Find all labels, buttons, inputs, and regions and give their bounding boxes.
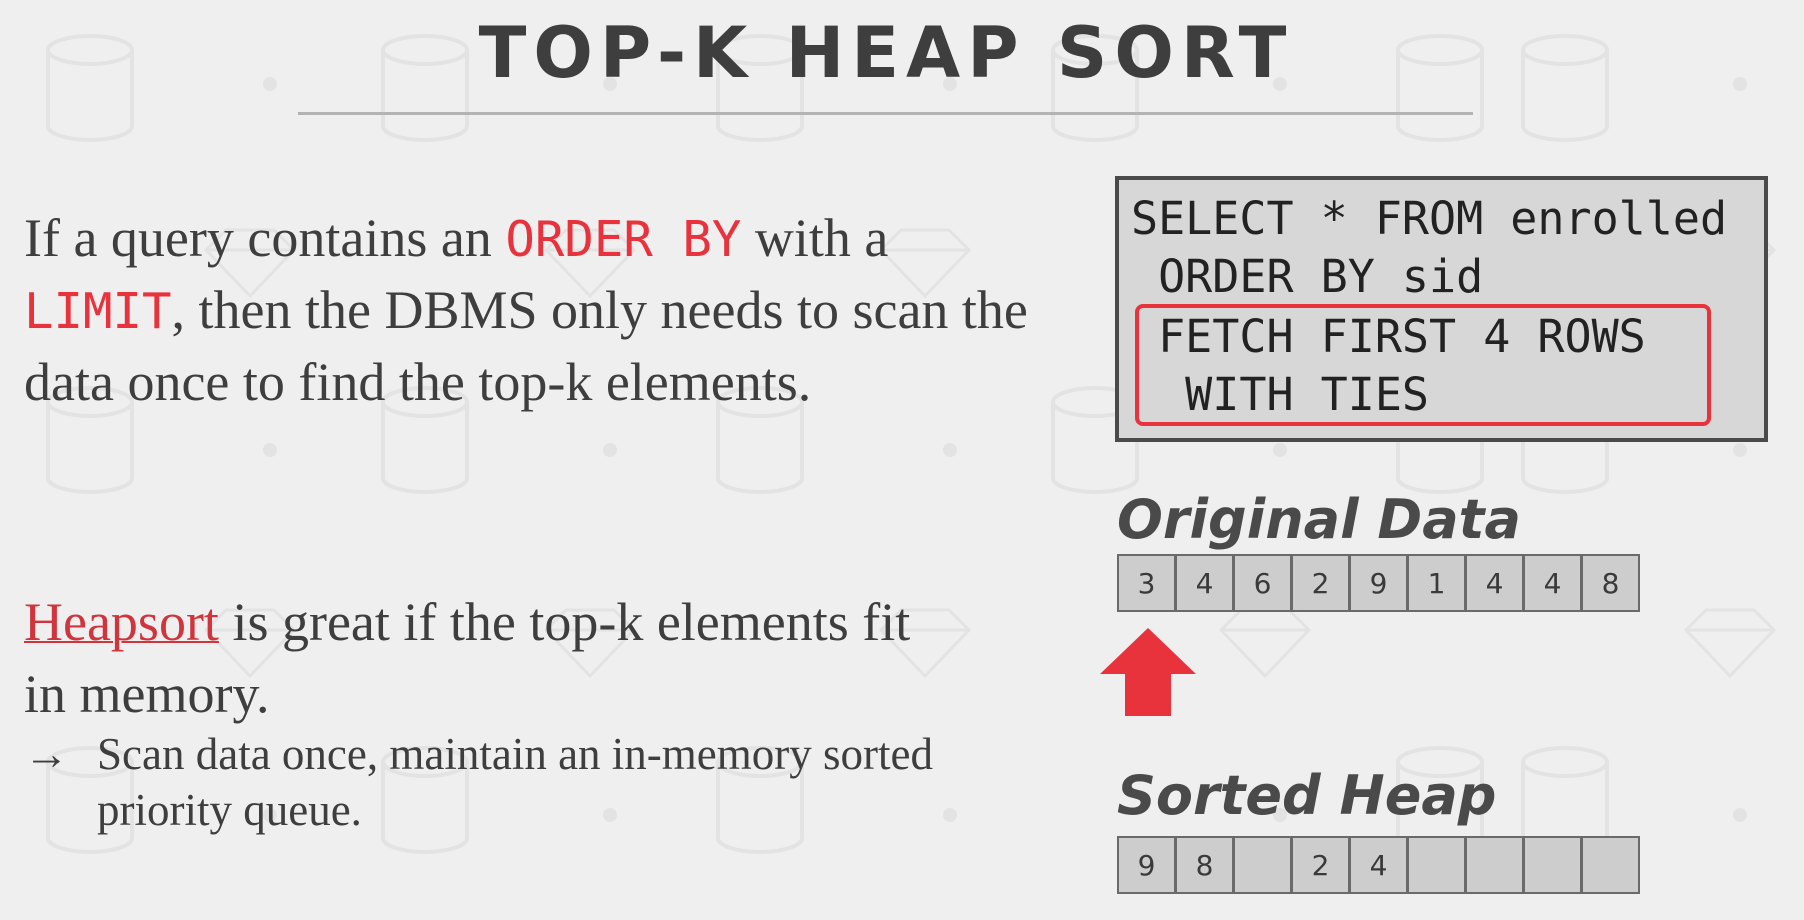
- slide-title: TOP-K HEAP SORT: [478, 12, 1294, 94]
- sorted-heap-cell: [1523, 836, 1582, 894]
- arrow-right-icon: →: [24, 729, 69, 779]
- sorted-heap-cell: 8: [1175, 836, 1234, 894]
- sorted-heap-cell: 4: [1349, 836, 1408, 894]
- original-data-cell: 9: [1349, 554, 1408, 612]
- fetch-highlight-box: [1135, 304, 1711, 426]
- original-data-cell: 4: [1175, 554, 1234, 612]
- intro-paragraph: If a query contains an ORDER BY with a L…: [24, 203, 1034, 417]
- title-divider: [298, 112, 1473, 115]
- original-data-cell: 6: [1233, 554, 1292, 612]
- sorted-heap-cell: [1233, 836, 1292, 894]
- heapsort-link[interactable]: Heapsort: [24, 592, 219, 652]
- intro-text-3: , then the DBMS only needs to scan the d…: [24, 280, 1028, 412]
- sql-query-box: SELECT * FROM enrolled ORDER BY sid FETC…: [1115, 176, 1768, 442]
- heapsort-paragraph: Heapsort is great if the top-k elements …: [24, 586, 924, 730]
- sorted-heap-cell: 9: [1117, 836, 1176, 894]
- limit-keyword: LIMIT: [24, 283, 172, 340]
- intro-text-2: with a: [741, 208, 889, 268]
- original-data-cell: 3: [1117, 554, 1176, 612]
- sql-line-2: ORDER BY sid: [1131, 250, 1484, 303]
- original-data-cell: 4: [1523, 554, 1582, 612]
- original-data-label: Original Data: [1117, 488, 1521, 551]
- original-data-cell: 1: [1407, 554, 1466, 612]
- original-data-cell: 4: [1465, 554, 1524, 612]
- sorted-heap-cell: 2: [1291, 836, 1350, 894]
- sorted-heap-cell: [1581, 836, 1640, 894]
- original-data-cell: 2: [1291, 554, 1350, 612]
- sorted-heap-array: 9824: [1117, 836, 1640, 894]
- original-data-array: 346291448: [1117, 554, 1640, 612]
- sorted-heap-label: Sorted Heap: [1117, 764, 1497, 827]
- bullet-text: Scan data once, maintain an in-memory so…: [97, 729, 933, 835]
- intro-text-1: If a query contains an: [24, 208, 506, 268]
- order-by-keyword: ORDER BY: [505, 211, 742, 268]
- sorted-heap-cell: [1407, 836, 1466, 894]
- sorted-heap-cell: [1465, 836, 1524, 894]
- original-data-cell: 8: [1581, 554, 1640, 612]
- sql-line-1: SELECT * FROM enrolled: [1131, 192, 1728, 245]
- scan-pointer-arrow-icon: [1100, 628, 1196, 716]
